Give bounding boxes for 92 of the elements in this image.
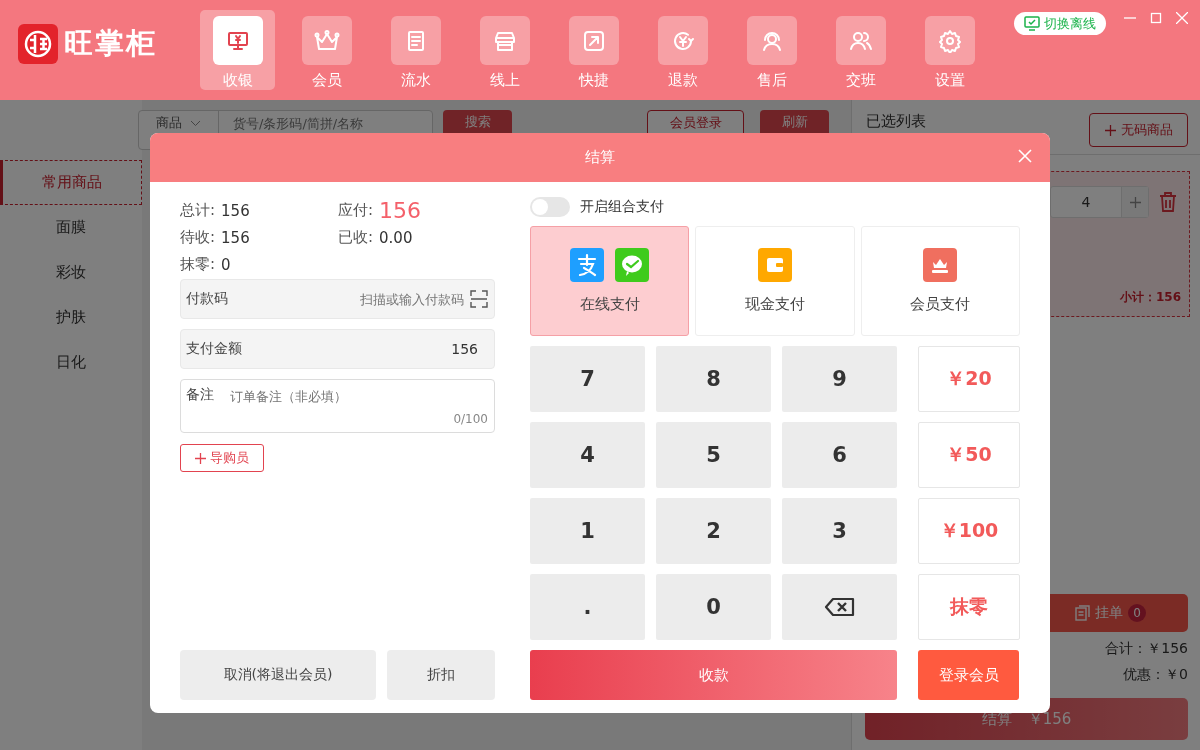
note-input[interactable]: 订单备注（非必填） [230,386,488,406]
keypad-key[interactable]: 1 [530,498,645,564]
dialog-title: 结算 [585,148,615,167]
summary-value: 0.00 [379,228,413,247]
settings-icon [937,28,962,53]
plus-icon [1104,124,1116,136]
summary-label: 抹零: [180,255,216,274]
crown-icon [313,29,340,52]
trash-icon[interactable] [1159,192,1177,212]
keypad-key[interactable]: 4 [530,422,645,488]
category-item[interactable]: 面膜 [0,205,142,250]
count-badge: 0 [1128,604,1146,622]
backspace-key[interactable] [782,574,897,640]
keypad-key[interactable]: 3 [782,498,897,564]
amount-field[interactable]: 支付金额 156 [180,329,495,369]
category-item[interactable]: 护肤 [0,295,142,340]
vip-crown-icon [923,248,958,282]
field-label: 备注 [186,386,214,404]
app-logo: 旺掌柜 [64,25,157,62]
summary-label: 总计: [180,201,216,220]
nav-tab[interactable]: 会员 [289,10,364,90]
category-item[interactable]: 日化 [0,340,142,385]
close-button[interactable] [1018,149,1032,163]
combo-toggle[interactable] [530,197,570,217]
summary-value: 156 [379,198,422,223]
scan-icon[interactable] [470,290,488,308]
search-input[interactable]: 货号/条形码/简拼/名称 [219,114,432,132]
field-label: 支付金额 [186,340,242,358]
category-item[interactable]: 常用商品 [0,160,142,205]
quick-amount-key[interactable]: ￥20 [918,346,1020,412]
maximize-icon[interactable] [1150,12,1162,24]
keypad-key[interactable]: 5 [656,422,771,488]
offline-button[interactable]: 切换离线 [1014,12,1106,35]
discount-text: 优惠：￥0 [1123,666,1188,684]
payment-method-card[interactable]: 在线支付 [530,226,690,336]
panel-title: 已选列表 [866,112,926,131]
subtotal-text: 小计：156 [1119,289,1181,306]
nav-tab[interactable]: 设置 [912,10,987,90]
logo-icon [18,24,58,64]
plus-icon [1129,196,1141,208]
total-text: 合计：￥156 [1105,640,1188,658]
plus-icon [195,452,206,464]
payment-method-card[interactable]: 现金支付 [695,226,855,336]
cancel-button[interactable]: 取消(将退出会员) [180,650,376,700]
character-counter: 0/100 [452,411,488,428]
member-login-button[interactable]: 登录会员 [918,650,1019,700]
keypad-key[interactable]: 2 [656,498,771,564]
backspace-icon [823,597,856,617]
note-field[interactable]: 备注 订单备注（非必填） 0/100 [180,379,495,433]
toggle-label: 开启组合支付 [580,198,664,216]
summary-label: 已收: [338,228,374,247]
summary-label: 待收: [180,228,216,247]
increase-button[interactable] [1122,187,1148,217]
wallet-icon [758,248,792,282]
nav-tab[interactable]: 退款 [645,10,720,90]
nav-tab[interactable]: 流水 [378,10,453,90]
quick-amount-key[interactable]: 抹零 [918,574,1020,640]
alipay-icon [570,248,605,282]
monitor-icon [226,29,249,52]
add-item-button[interactable]: 无码商品 [1089,113,1188,147]
keypad-key[interactable]: 8 [656,346,771,412]
keypad-key[interactable]: 7 [530,346,645,412]
payment-method-card[interactable]: 会员支付 [860,226,1020,336]
nav-tab[interactable]: 售后 [734,10,809,90]
keypad-key[interactable]: 0 [656,574,771,640]
shortcut-icon [581,28,606,53]
close-icon[interactable] [1176,12,1188,24]
wechat-pay-icon [615,248,650,282]
summary-value: 156 [221,228,250,247]
quick-amount-key[interactable]: ￥50 [918,422,1020,488]
summary-label: 应付: [338,201,374,220]
field-label: 付款码 [186,290,228,308]
summary-value: 0 [221,255,231,274]
summary-value: 156 [221,201,250,220]
clipboard-icon [1075,605,1090,621]
monitor-check-icon [1024,16,1040,31]
add-guide-button[interactable]: 导购员 [180,444,264,472]
category-item[interactable]: 彩妆 [0,250,142,295]
amount-input[interactable]: 156 [248,341,488,357]
nav-tab[interactable]: 快捷 [556,10,631,90]
quick-amount-key[interactable]: ￥100 [918,498,1020,564]
collect-button[interactable]: 收款 [530,650,897,700]
chevron-down-icon [190,120,201,127]
nav-tab[interactable]: 交班 [823,10,898,90]
keypad-key[interactable]: 9 [782,346,897,412]
payment-code-input[interactable]: 扫描或输入付款码 [234,291,464,307]
keypad-key[interactable]: 6 [782,422,897,488]
shop-icon [492,29,517,52]
payment-code-field[interactable]: 付款码 扫描或输入付款码 [180,279,495,319]
nav-tab[interactable]: 线上 [467,10,542,90]
keypad-key[interactable]: . [530,574,645,640]
discount-button[interactable]: 折扣 [387,650,495,700]
